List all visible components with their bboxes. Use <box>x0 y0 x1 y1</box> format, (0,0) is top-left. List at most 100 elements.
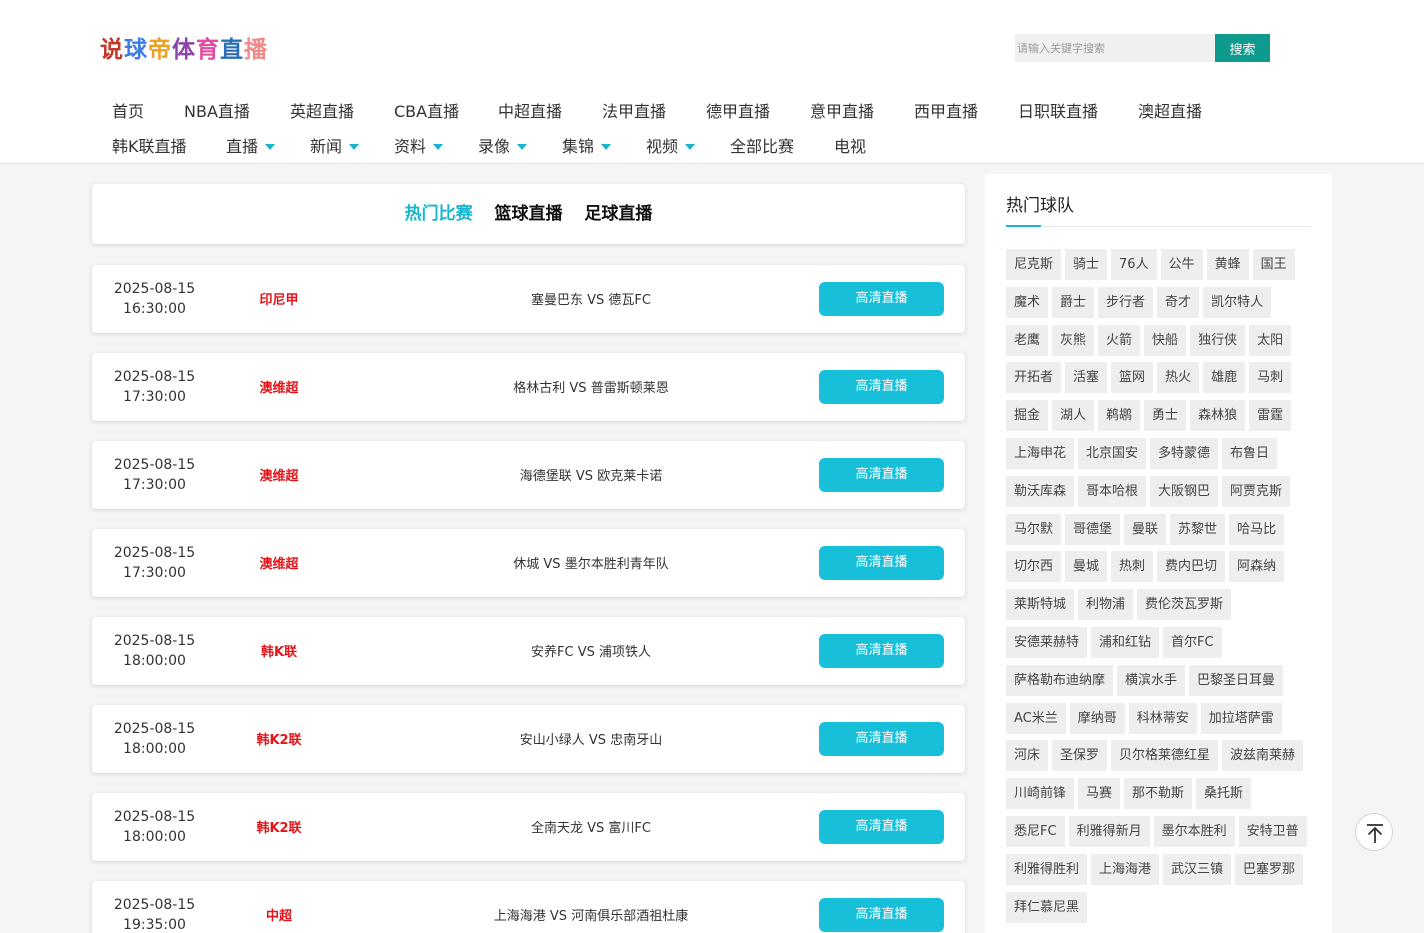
team-tag[interactable]: 墨尔本胜利 <box>1153 815 1235 847</box>
match-league[interactable]: 韩K2联 <box>229 817 329 836</box>
team-tag[interactable]: 上海申花 <box>1006 437 1075 469</box>
team-tag[interactable]: 曼联 <box>1124 513 1167 545</box>
tab-basketball-live[interactable]: 篮球直播 <box>495 204 563 224</box>
team-tag[interactable]: 贝尔格莱德红星 <box>1111 740 1219 772</box>
nav-item-nba[interactable]: NBA直播 <box>184 97 250 127</box>
team-tag[interactable]: 尼克斯 <box>1006 249 1062 280</box>
team-tag[interactable]: 火箭 <box>1098 324 1141 356</box>
match-teams[interactable]: 休城 VS 墨尔本胜利青年队 <box>372 553 810 572</box>
match-teams[interactable]: 全南天龙 VS 富川FC <box>372 817 810 836</box>
team-tag[interactable]: 浦和红钻 <box>1091 626 1160 658</box>
team-tag[interactable]: 独行侠 <box>1190 324 1246 356</box>
match-teams[interactable]: 塞曼巴东 VS 德瓦FC <box>372 289 810 308</box>
match-teams[interactable]: 格林古利 VS 普雷斯顿莱恩 <box>372 377 810 396</box>
team-tag[interactable]: 那不勒斯 <box>1124 778 1193 810</box>
site-logo[interactable]: 说球帝体育直播 <box>100 30 268 64</box>
team-tag[interactable]: 勒沃库森 <box>1006 475 1075 507</box>
nav-item-news[interactable]: 新闻 <box>310 132 360 162</box>
team-tag[interactable]: 费伦茨瓦罗斯 <box>1137 589 1232 621</box>
team-tag[interactable]: 老鹰 <box>1006 324 1049 356</box>
team-tag[interactable]: 川崎前锋 <box>1006 778 1075 810</box>
team-tag[interactable]: 上海海港 <box>1091 853 1160 885</box>
team-tag[interactable]: 热刺 <box>1111 551 1154 583</box>
team-tag[interactable]: 马刺 <box>1249 362 1292 394</box>
team-tag[interactable]: 灰熊 <box>1052 324 1095 356</box>
team-tag[interactable]: 河床 <box>1006 740 1049 772</box>
nav-item-la-liga[interactable]: 西甲直播 <box>914 97 978 127</box>
team-tag[interactable]: 国王 <box>1252 249 1295 280</box>
nav-item-videos[interactable]: 视频 <box>646 132 696 162</box>
team-tag[interactable]: 雷霆 <box>1249 400 1292 432</box>
team-tag[interactable]: 莱斯特城 <box>1006 589 1075 621</box>
team-tag[interactable]: 拜仁慕尼黑 <box>1006 891 1088 923</box>
team-tag[interactable]: 步行者 <box>1098 286 1154 318</box>
tab-football-live[interactable]: 足球直播 <box>584 204 652 224</box>
team-tag[interactable]: 利雅得新月 <box>1068 815 1150 847</box>
nav-item-a-league[interactable]: 澳超直播 <box>1138 97 1202 127</box>
team-tag[interactable]: 横滨水手 <box>1117 664 1186 696</box>
team-tag[interactable]: 首尔FC <box>1163 626 1222 658</box>
team-tag[interactable]: 安德莱赫特 <box>1006 626 1088 658</box>
match-league[interactable]: 中超 <box>229 905 329 924</box>
team-tag[interactable]: 篮网 <box>1111 362 1154 394</box>
team-tag[interactable]: 布鲁日 <box>1222 437 1278 469</box>
hd-live-button[interactable]: 高清直播 <box>819 634 944 668</box>
team-tag[interactable]: 哥德堡 <box>1065 513 1121 545</box>
team-tag[interactable]: 魔术 <box>1006 286 1049 318</box>
nav-item-cba[interactable]: CBA直播 <box>394 97 459 127</box>
team-tag[interactable]: 森林狼 <box>1190 400 1246 432</box>
nav-item-live[interactable]: 直播 <box>226 132 276 162</box>
team-tag[interactable]: 雄鹿 <box>1203 362 1246 394</box>
match-league[interactable]: 澳维超 <box>229 465 329 484</box>
team-tag[interactable]: 大阪钢巴 <box>1150 475 1219 507</box>
hd-live-button[interactable]: 高清直播 <box>819 898 944 932</box>
match-league[interactable]: 澳维超 <box>229 377 329 396</box>
team-tag[interactable]: 安特卫普 <box>1238 815 1307 847</box>
team-tag[interactable]: 爵士 <box>1052 286 1095 318</box>
nav-item-k-league[interactable]: 韩K联直播 <box>112 132 187 162</box>
match-league[interactable]: 印尼甲 <box>229 289 329 308</box>
hd-live-button[interactable]: 高清直播 <box>819 722 944 756</box>
match-league[interactable]: 韩K2联 <box>229 729 329 748</box>
back-to-top-button[interactable] <box>1355 813 1393 851</box>
nav-item-all-matches[interactable]: 全部比赛 <box>730 132 794 162</box>
team-tag[interactable]: 公牛 <box>1160 249 1203 280</box>
nav-item-ligue1[interactable]: 法甲直播 <box>602 97 666 127</box>
team-tag[interactable]: 桑托斯 <box>1196 778 1252 810</box>
team-tag[interactable]: 武汉三镇 <box>1163 853 1232 885</box>
match-teams[interactable]: 海德堡联 VS 欧克莱卡诺 <box>372 465 810 484</box>
team-tag[interactable]: 苏黎世 <box>1170 513 1226 545</box>
team-tag[interactable]: 科林蒂安 <box>1128 702 1197 734</box>
team-tag[interactable]: 马尔默 <box>1006 513 1062 545</box>
hd-live-button[interactable]: 高清直播 <box>819 810 944 844</box>
tab-hot-matches[interactable]: 热门比赛 <box>405 204 473 224</box>
nav-item-bundesliga[interactable]: 德甲直播 <box>706 97 770 127</box>
nav-item-serie-a[interactable]: 意甲直播 <box>810 97 874 127</box>
hd-live-button[interactable]: 高清直播 <box>819 282 944 316</box>
team-tag[interactable]: 费内巴切 <box>1157 551 1226 583</box>
team-tag[interactable]: 掘金 <box>1006 400 1049 432</box>
nav-item-premier-league[interactable]: 英超直播 <box>290 97 354 127</box>
team-tag[interactable]: 切尔西 <box>1006 551 1062 583</box>
team-tag[interactable]: 加拉塔萨雷 <box>1200 702 1282 734</box>
hd-live-button[interactable]: 高清直播 <box>819 370 944 404</box>
team-tag[interactable]: 奇才 <box>1157 286 1200 318</box>
nav-item-tv[interactable]: 电视 <box>834 132 866 162</box>
match-league[interactable]: 澳维超 <box>229 553 329 572</box>
team-tag[interactable]: 波兹南莱赫 <box>1222 740 1304 772</box>
nav-item-home[interactable]: 首页 <box>112 97 144 127</box>
hd-live-button[interactable]: 高清直播 <box>819 458 944 492</box>
team-tag[interactable]: 摩纳哥 <box>1069 702 1125 734</box>
nav-item-replays[interactable]: 录像 <box>478 132 528 162</box>
team-tag[interactable]: AC米兰 <box>1006 702 1066 734</box>
team-tag[interactable]: 开拓者 <box>1006 362 1062 394</box>
team-tag[interactable]: 萨格勒布迪纳摩 <box>1006 664 1114 696</box>
team-tag[interactable]: 阿贾克斯 <box>1222 475 1291 507</box>
team-tag[interactable]: 多特蒙德 <box>1150 437 1219 469</box>
match-league[interactable]: 韩K联 <box>229 641 329 660</box>
team-tag[interactable]: 巴塞罗那 <box>1235 853 1304 885</box>
team-tag[interactable]: 马赛 <box>1078 778 1121 810</box>
team-tag[interactable]: 阿森纳 <box>1229 551 1285 583</box>
team-tag[interactable]: 圣保罗 <box>1052 740 1108 772</box>
team-tag[interactable]: 鹈鹕 <box>1098 400 1141 432</box>
